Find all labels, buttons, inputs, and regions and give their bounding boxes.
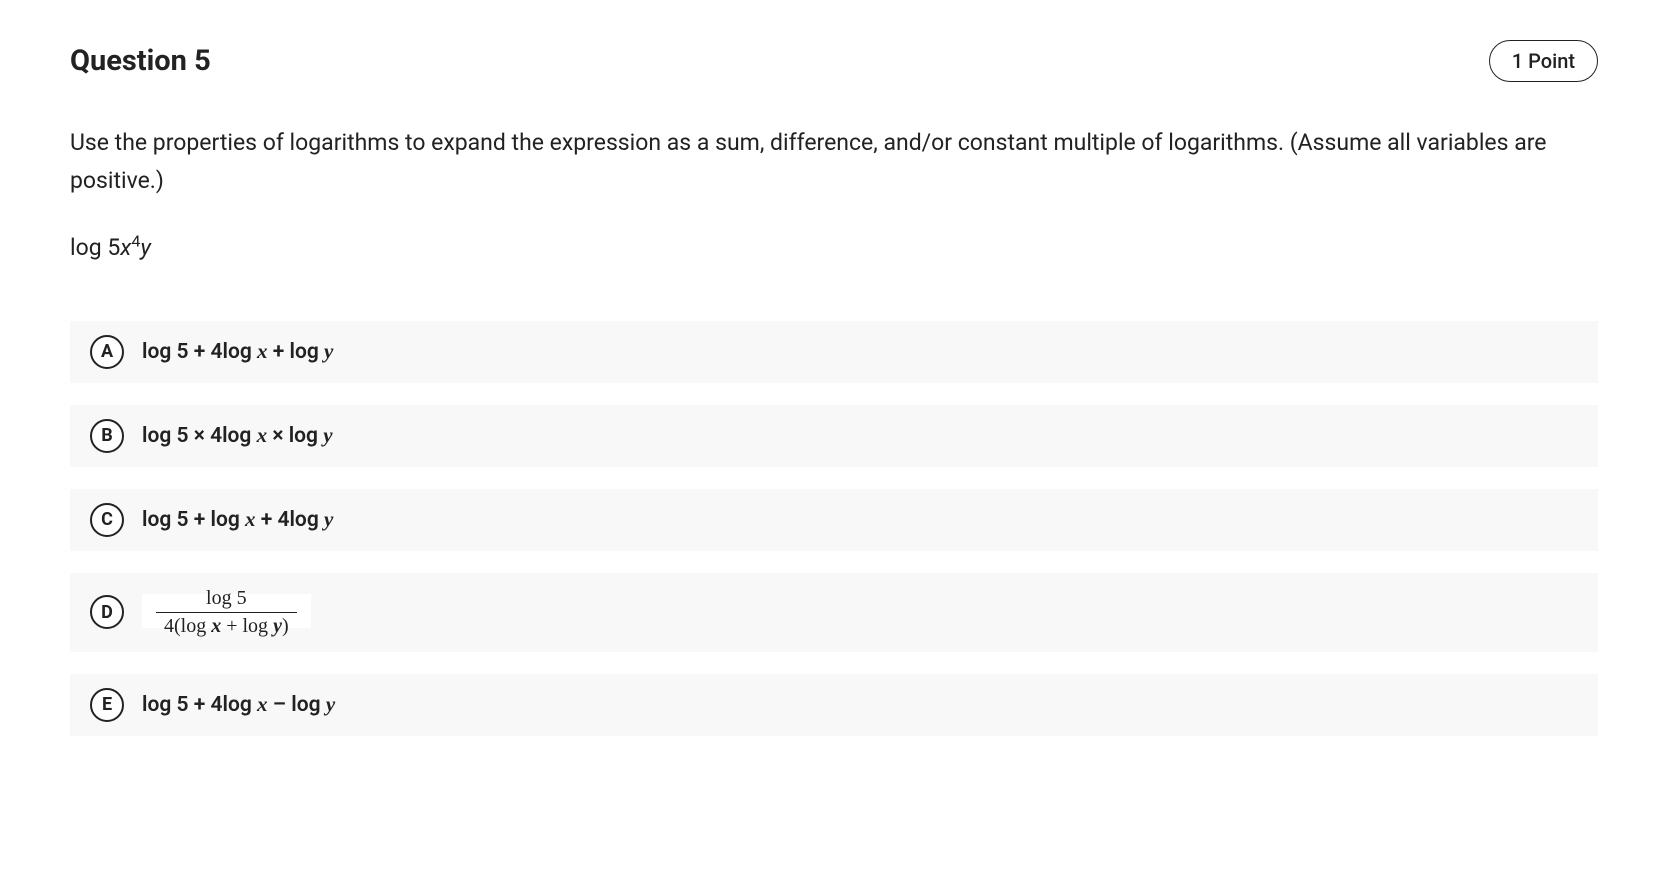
opt-text-var: x xyxy=(257,423,268,447)
opt-text-seg: 4(log xyxy=(164,615,211,637)
opt-text-var: y xyxy=(323,423,332,447)
opt-text-seg: – log xyxy=(268,693,326,717)
opt-text-var: x xyxy=(257,692,268,716)
question-expression: log 5x4y xyxy=(70,234,1598,261)
expr-prefix: log 5 xyxy=(70,234,120,261)
fraction-numerator: log 5 xyxy=(198,587,255,612)
option-e[interactable]: E log 5 + 4log x – log y xyxy=(70,674,1598,736)
opt-text-var: y xyxy=(324,339,333,363)
option-d[interactable]: D log 5 4(log x + log y) xyxy=(70,573,1598,652)
opt-text-seg: + log xyxy=(268,340,325,364)
opt-text-var: y xyxy=(273,615,282,637)
opt-text-var: y xyxy=(324,507,333,531)
option-letter: B xyxy=(90,419,124,453)
opt-text-seg: ) xyxy=(282,615,289,637)
points-badge: 1 Point xyxy=(1489,40,1598,82)
option-text: log 5 + 4log x + log y xyxy=(142,339,333,364)
opt-text-seg: × log xyxy=(267,424,323,448)
option-letter: C xyxy=(90,503,124,537)
expr-var1: x xyxy=(120,234,131,261)
question-header: Question 5 1 Point xyxy=(70,40,1598,82)
opt-text-seg: log 5 + 4log xyxy=(142,693,257,717)
option-c[interactable]: C log 5 + log x + 4log y xyxy=(70,489,1598,551)
option-a[interactable]: A log 5 + 4log x + log y xyxy=(70,321,1598,383)
option-text: log 5 + log x + 4log y xyxy=(142,507,333,532)
opt-text-var: x xyxy=(245,507,256,531)
opt-text-var: x xyxy=(211,615,221,637)
opt-text-seg: log 5 + 4log xyxy=(142,340,257,364)
question-page: Question 5 1 Point Use the properties of… xyxy=(0,0,1668,776)
opt-text-seg: + 4log xyxy=(256,508,325,532)
option-text: log 5 × 4log x × log y xyxy=(142,423,333,448)
option-letter: A xyxy=(90,335,124,369)
question-prompt: Use the properties of logarithms to expa… xyxy=(70,124,1598,200)
expr-var2: y xyxy=(140,234,151,261)
option-letter: E xyxy=(90,688,124,722)
option-text: log 5 + 4log x – log y xyxy=(142,692,335,717)
answer-options: A log 5 + 4log x + log y B log 5 × 4log … xyxy=(70,321,1598,736)
option-text: log 5 4(log x + log y) xyxy=(142,587,311,638)
opt-text-seg: log 5 + log xyxy=(142,508,245,532)
fraction-denominator: 4(log x + log y) xyxy=(156,612,297,638)
opt-text-var: y xyxy=(326,692,335,716)
opt-text-seg: log 5 × 4log xyxy=(142,424,257,448)
opt-text-seg: + log xyxy=(221,615,273,637)
fraction: log 5 4(log x + log y) xyxy=(142,594,311,628)
option-b[interactable]: B log 5 × 4log x × log y xyxy=(70,405,1598,467)
option-letter: D xyxy=(90,595,124,629)
question-title: Question 5 xyxy=(70,44,211,78)
opt-text-var: x xyxy=(257,339,268,363)
